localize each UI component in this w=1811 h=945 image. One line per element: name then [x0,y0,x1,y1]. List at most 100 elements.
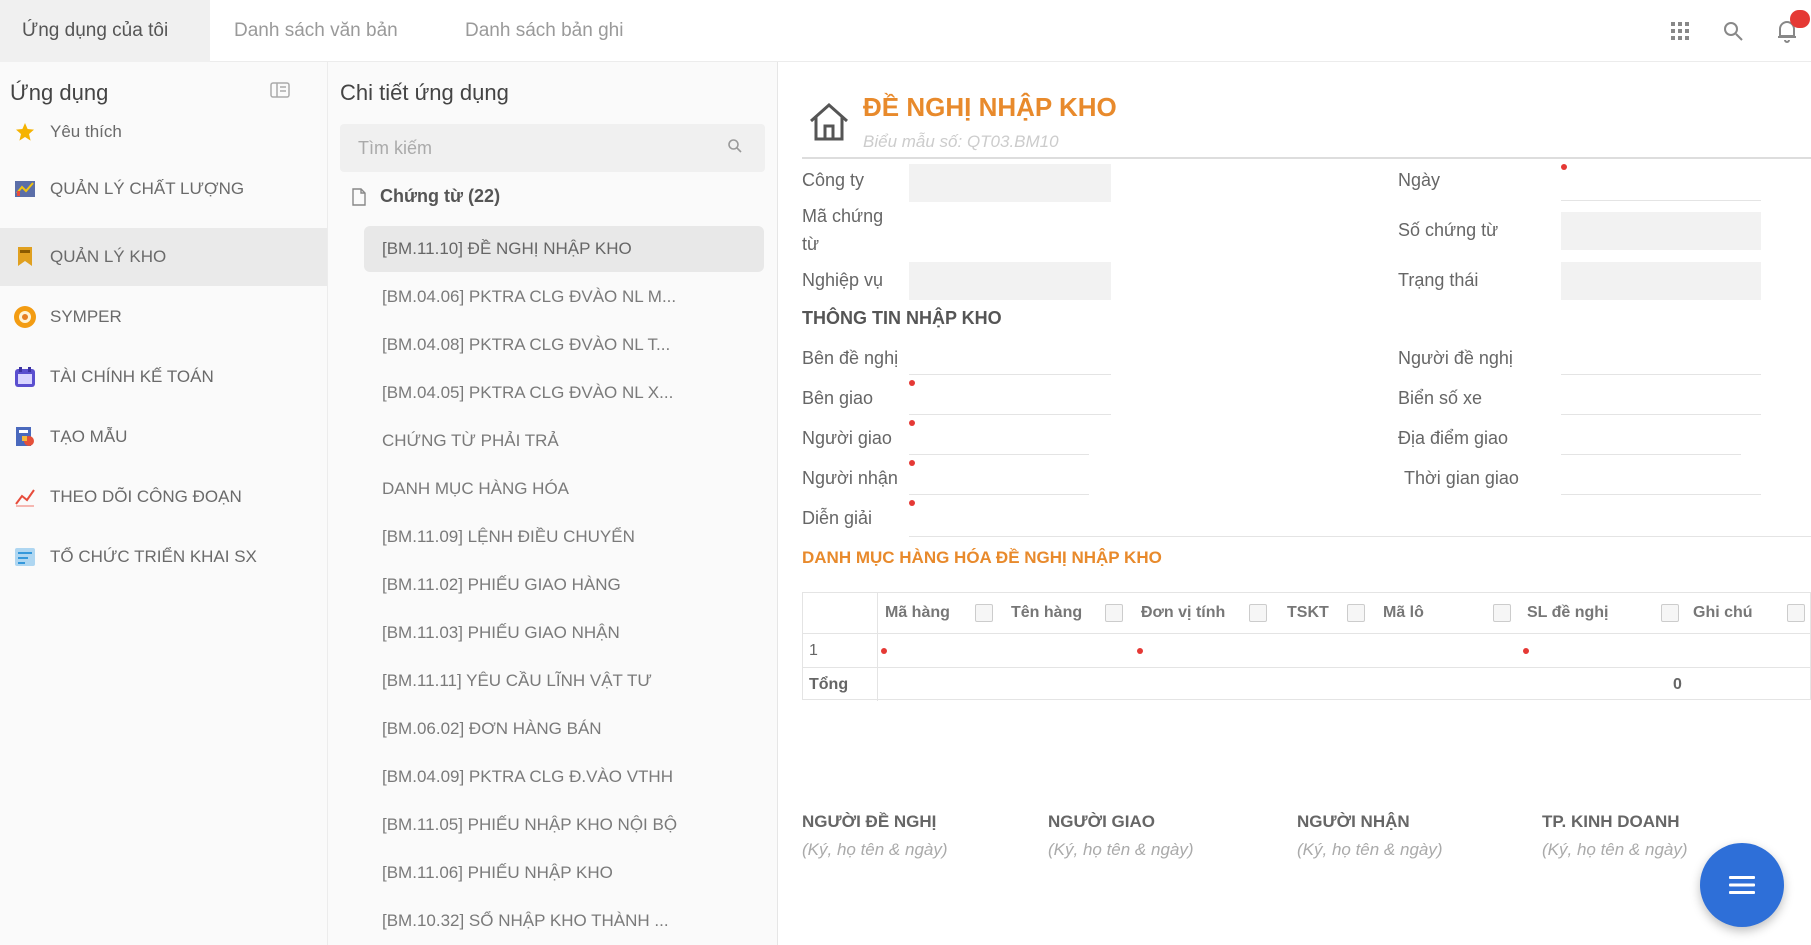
tab-my-apps[interactable]: Ứng dụng của tôi [0,0,210,62]
chart-icon [12,176,38,202]
sidebar-item-label: TỔ CHỨC TRIỂN KHAI SX [50,547,257,566]
form-preview: ĐỀ NGHỊ NHẬP KHO Biểu mẫu số: QT03.BM10 … [778,62,1811,945]
sidebar-item-warehouse[interactable]: QUẢN LÝ KHO [0,228,327,286]
tab-record-list[interactable]: Danh sách bản ghi [465,0,623,62]
divider [802,157,1811,159]
label-delivery-time: Thời gian giao [1404,468,1519,488]
top-bar: Ứng dụng của tôi Danh sách văn bản Danh … [0,0,1811,62]
sidebar-item-tracking[interactable]: THEO DÕI CÔNG ĐOẠN [0,468,327,526]
sidebar-item-quality[interactable]: QUẢN LÝ CHẤT LƯỢNG [0,160,327,218]
table-row[interactable]: 1 [803,633,1811,667]
filter-icon[interactable] [1347,604,1365,622]
license-plate-field[interactable] [1561,414,1761,415]
column-header: Ghi chú [1693,604,1753,621]
status-field[interactable] [1561,262,1761,300]
label-voucher-code-2: từ [802,234,820,254]
sidebar-item-label: TÀI CHÍNH KẾ TOÁN [50,367,214,386]
filter-icon[interactable] [975,604,993,622]
filter-icon[interactable] [1105,604,1123,622]
filter-icon[interactable] [1787,604,1805,622]
label-requester: Người đề nghị [1398,348,1513,368]
list-item[interactable]: [BM.11.05] PHIẾU NHẬP KHO NỘI BỘ [364,802,764,848]
list-item[interactable]: [BM.11.06] PHIẾU NHẬP KHO [364,850,764,896]
list-item[interactable]: [BM.11.03] PHIẾU GIAO NHẬN [364,610,764,656]
date-field[interactable] [1561,200,1761,201]
search-input[interactable]: Tìm kiếm [340,124,765,172]
sidebar-item-template[interactable]: TẠO MẪU [0,408,327,466]
list-item[interactable]: [BM.11.11] YÊU CẦU LĨNH VẬT TƯ [364,658,764,704]
list-item[interactable]: DANH MỤC HÀNG HÓA [364,466,764,512]
requester-party-field[interactable] [909,374,1111,375]
filter-icon[interactable] [1661,604,1679,622]
sidebar-item-label: SYMPER [50,307,122,326]
required-mark [1137,648,1143,654]
sidebar-item-production[interactable]: TỔ CHỨC TRIỂN KHAI SX [0,528,327,586]
list-item[interactable]: [BM.04.05] PKTRA CLG ĐVÀO NL X... [364,370,764,416]
search-placeholder: Tìm kiếm [358,138,432,158]
search-icon[interactable] [727,138,743,154]
search-icon[interactable] [1718,16,1748,46]
home-icon [810,102,848,141]
label-receiver: Người nhận [802,468,898,488]
menu-fab-button[interactable] [1700,843,1784,927]
menu-icon [1729,876,1755,894]
list-item[interactable]: [BM.04.08] PKTRA CLG ĐVÀO NL T... [364,322,764,368]
list-item[interactable]: [BM.10.32] SỔ NHẬP KHO THÀNH ... [364,898,764,944]
label-description: Diễn giải [802,508,873,528]
label-voucher-code: Mã chứng [802,206,884,226]
delivery-time-field[interactable] [1561,494,1761,495]
label-deliverer: Người giao [802,428,892,448]
collapse-sidebar-icon[interactable] [270,82,292,100]
required-mark [909,460,915,466]
form-title: ĐỀ NGHỊ NHẬP KHO [863,92,1117,122]
deliverer-field[interactable] [909,454,1089,455]
requester-field[interactable] [1561,374,1761,375]
signature-note: (Ký, họ tên & ngày) [1048,840,1194,859]
table-total-row: Tổng 0 [803,667,1811,701]
label-date: Ngày [1398,170,1441,190]
company-field[interactable] [909,164,1111,202]
total-label: Tổng [809,676,849,693]
required-mark [909,500,915,506]
bell-icon[interactable] [1772,10,1810,46]
receiver-field[interactable] [909,494,1089,495]
symper-icon [12,304,38,330]
delivery-location-field[interactable] [1561,454,1741,455]
column-header: Tên hàng [1011,604,1083,621]
signature-note: (Ký, họ tên & ngày) [802,840,948,859]
filter-icon[interactable] [1493,604,1511,622]
required-mark [1561,164,1567,170]
sidebar-item-label: THEO DÕI CÔNG ĐOẠN [50,487,242,506]
notification-badge [1790,10,1810,28]
tab-document-list[interactable]: Danh sách văn bản [234,0,398,62]
signature-title: TP. KINH DOANH [1542,812,1680,831]
sidebar-item-label: QUẢN LÝ CHẤT LƯỢNG [50,179,245,198]
panel-title: Chi tiết ứng dụng [340,80,509,105]
star-icon [12,119,38,145]
apps-grid-icon[interactable] [1665,16,1695,46]
description-field[interactable] [909,536,1811,537]
label-operation: Nghiệp vụ [802,270,884,290]
list-item[interactable]: [BM.04.06] PKTRA CLG ĐVÀO NL M... [364,274,764,320]
filter-icon[interactable] [1249,604,1267,622]
sidebar-item-favorites[interactable]: Yêu thích [0,108,327,156]
signature-title: NGƯỜI ĐỀ NGHỊ [802,812,937,831]
voucher-number-field[interactable] [1561,212,1761,250]
section-title-goods: DANH MỤC HÀNG HÓA ĐỀ NGHỊ NHẬP KHO [802,548,1162,567]
list-item[interactable]: [BM.11.02] PHIẾU GIAO HÀNG [364,562,764,608]
list-item[interactable]: CHỨNG TỪ PHẢI TRẢ [364,418,764,464]
list-item[interactable]: [BM.06.02] ĐƠN HÀNG BÁN [364,706,764,752]
list-item[interactable]: [BM.04.09] PKTRA CLG Đ.VÀO VTHH [364,754,764,800]
column-header: SL đề nghị [1527,604,1609,621]
folder-documents[interactable]: Chứng từ (22) [352,186,500,207]
list-item[interactable]: [BM.11.09] LỆNH ĐIỀU CHUYỂN [364,514,764,560]
sidebar-item-label: Yêu thích [50,122,122,141]
operation-field[interactable] [909,262,1111,300]
delivery-party-field[interactable] [909,414,1111,415]
goods-table: Mã hàng Tên hàng Đơn vị tính TSKT Mã lô … [802,592,1811,701]
sidebar-item-finance[interactable]: TÀI CHÍNH KẾ TOÁN [0,348,327,406]
sidebar-item-symper[interactable]: SYMPER [0,288,327,346]
label-status: Trạng thái [1398,270,1479,290]
list-item[interactable]: [BM.11.10] ĐỀ NGHỊ NHẬP KHO [364,226,764,272]
app-sidebar: Ứng dụng Yêu thích QUẢN LÝ CHẤT LƯỢNG QU… [0,62,328,945]
